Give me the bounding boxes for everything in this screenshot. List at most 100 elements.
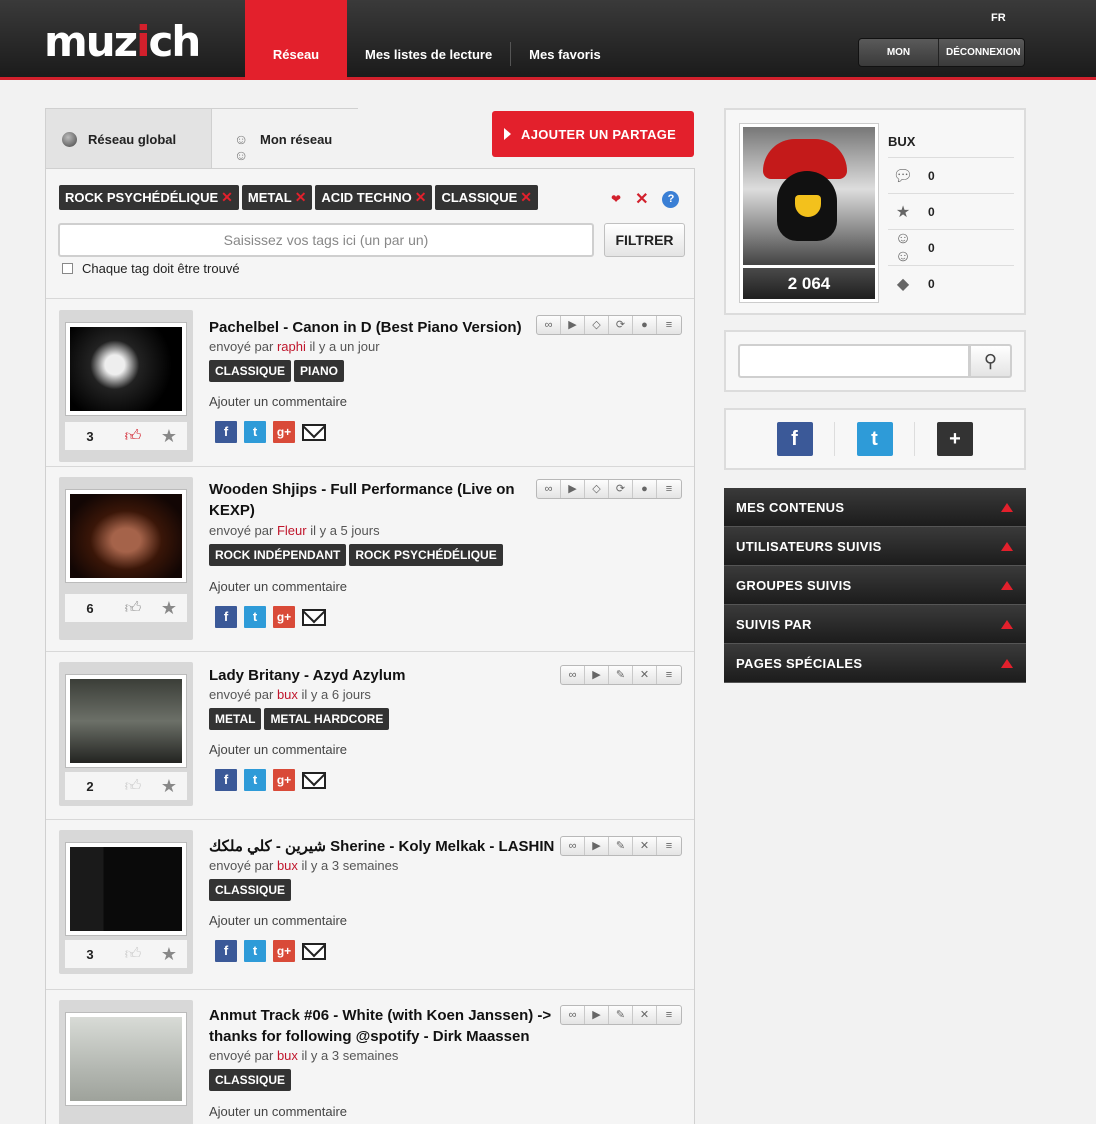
item-title[interactable]: Lady Britany - Azyd Azylum: [209, 665, 539, 686]
item-tag[interactable]: ROCK INDÉPENDANT: [209, 544, 347, 566]
twitter-icon[interactable]: t: [244, 769, 266, 791]
item-title[interactable]: شيرين - كلي ملكك Sherine - Koly Melkak -…: [209, 836, 554, 857]
delete-icon[interactable]: ✕: [633, 837, 657, 855]
logo[interactable]: muzich: [44, 20, 201, 64]
nav-favorites[interactable]: Mes favoris: [511, 0, 619, 80]
filter-tag[interactable]: CLASSIQUE ✕: [435, 185, 539, 210]
thumbnail[interactable]: [65, 842, 187, 936]
thumbs-up-icon[interactable]: 👍︎: [115, 599, 151, 618]
google-plus-icon[interactable]: g+: [273, 769, 295, 791]
user-link[interactable]: bux: [277, 687, 298, 702]
google-plus-icon[interactable]: +: [937, 422, 973, 456]
user-link[interactable]: raphi: [277, 339, 306, 354]
heart-icon[interactable]: ❤: [611, 192, 621, 206]
stat-row[interactable]: ◆ 0: [888, 265, 1014, 301]
google-plus-icon[interactable]: g+: [273, 606, 295, 628]
facebook-icon[interactable]: f: [215, 421, 237, 443]
repost-icon[interactable]: ⟳: [609, 316, 633, 334]
remove-tag-icon[interactable]: ✕: [295, 189, 307, 206]
user-link[interactable]: bux: [277, 1048, 298, 1063]
tab-global-network[interactable]: Réseau global: [46, 109, 211, 169]
twitter-icon[interactable]: t: [244, 606, 266, 628]
mail-icon[interactable]: [302, 771, 326, 789]
tag-search-input[interactable]: Saisissez vos tags ici (un par un): [58, 223, 594, 257]
play-icon[interactable]: ▶: [585, 837, 609, 855]
report-icon[interactable]: ●: [633, 480, 657, 498]
checkbox[interactable]: [62, 263, 73, 274]
search-icon[interactable]: ⚲: [970, 344, 1012, 378]
add-share-button[interactable]: AJOUTER UN PARTAGE: [492, 111, 694, 157]
play-icon[interactable]: ▶: [561, 480, 585, 498]
username[interactable]: BUX: [888, 134, 915, 149]
mail-icon[interactable]: [302, 608, 326, 626]
item-tag[interactable]: METAL: [209, 708, 262, 730]
item-tag[interactable]: CLASSIQUE: [209, 879, 292, 901]
menu-item[interactable]: UTILISATEURS SUIVIS: [724, 527, 1026, 566]
mail-icon[interactable]: [302, 423, 326, 441]
star-icon[interactable]: ★: [151, 598, 187, 619]
item-title[interactable]: Wooden Shjips - Full Performance (Live o…: [209, 479, 539, 521]
playlist-icon[interactable]: ≡: [657, 316, 681, 334]
add-comment-link[interactable]: Ajouter un commentaire: [209, 394, 347, 409]
add-comment-link[interactable]: Ajouter un commentaire: [209, 579, 347, 594]
avatar[interactable]: 2 064: [739, 123, 879, 303]
menu-item[interactable]: PAGES SPÉCIALES: [724, 644, 1026, 683]
thumbnail[interactable]: [65, 1012, 187, 1106]
facebook-icon[interactable]: f: [215, 769, 237, 791]
add-comment-link[interactable]: Ajouter un commentaire: [209, 1104, 347, 1119]
menu-item[interactable]: GROUPES SUIVIS: [724, 566, 1026, 605]
tag-icon[interactable]: ◇: [585, 480, 609, 498]
google-plus-icon[interactable]: g+: [273, 940, 295, 962]
item-tag[interactable]: CLASSIQUE: [209, 1069, 292, 1091]
add-comment-link[interactable]: Ajouter un commentaire: [209, 913, 347, 928]
link-icon[interactable]: ∞: [537, 316, 561, 334]
thumbnail[interactable]: [65, 489, 187, 583]
stat-row[interactable]: ★ 0: [888, 193, 1014, 229]
playlist-icon[interactable]: ≡: [657, 480, 681, 498]
filter-tag[interactable]: METAL ✕: [241, 185, 313, 210]
edit-icon[interactable]: ✎: [609, 1006, 633, 1024]
stat-row[interactable]: 💬︎ 0: [888, 157, 1014, 193]
edit-icon[interactable]: ✎: [609, 666, 633, 684]
all-tags-checkbox[interactable]: Chaque tag doit être trouvé: [62, 261, 240, 276]
stat-row[interactable]: ☺☺ 0: [888, 229, 1014, 265]
item-tag[interactable]: PIANO: [294, 360, 345, 382]
remove-tag-icon[interactable]: ✕: [415, 189, 427, 206]
twitter-icon[interactable]: t: [856, 422, 893, 456]
facebook-icon[interactable]: f: [215, 940, 237, 962]
item-tag[interactable]: METAL HARDCORE: [264, 708, 390, 730]
menu-item[interactable]: SUIVIS PAR: [724, 605, 1026, 644]
item-tag[interactable]: ROCK PSYCHÉDÉLIQUE: [349, 544, 503, 566]
google-plus-icon[interactable]: g+: [273, 421, 295, 443]
link-icon[interactable]: ∞: [561, 1006, 585, 1024]
nav-playlists[interactable]: Mes listes de lecture: [347, 0, 510, 80]
edit-icon[interactable]: ✎: [609, 837, 633, 855]
play-icon[interactable]: ▶: [585, 1006, 609, 1024]
delete-icon[interactable]: ✕: [633, 1006, 657, 1024]
playlist-icon[interactable]: ≡: [657, 837, 681, 855]
link-icon[interactable]: ∞: [561, 666, 585, 684]
play-icon[interactable]: ▶: [585, 666, 609, 684]
filter-tag[interactable]: ACID TECHNO ✕: [315, 185, 433, 210]
repost-icon[interactable]: ⟳: [609, 480, 633, 498]
add-comment-link[interactable]: Ajouter un commentaire: [209, 742, 347, 757]
filter-tag[interactable]: ROCK PSYCHÉDÉLIQUE ✕: [59, 185, 239, 210]
star-icon[interactable]: ★: [151, 944, 187, 965]
my-account-button[interactable]: MON COMPTE: [859, 39, 939, 66]
report-icon[interactable]: ●: [633, 316, 657, 334]
playlist-icon[interactable]: ≡: [657, 1006, 681, 1024]
link-icon[interactable]: ∞: [537, 480, 561, 498]
star-icon[interactable]: ★: [151, 426, 187, 447]
menu-item[interactable]: MES CONTENUS: [724, 488, 1026, 527]
playlist-icon[interactable]: ≡: [657, 666, 681, 684]
thumbnail[interactable]: [65, 322, 187, 416]
thumbs-up-icon[interactable]: 👍︎: [115, 427, 151, 446]
user-link[interactable]: bux: [277, 858, 298, 873]
play-icon[interactable]: ▶: [561, 316, 585, 334]
search-input[interactable]: [738, 344, 970, 378]
tag-icon[interactable]: ◇: [585, 316, 609, 334]
item-title[interactable]: Pachelbel - Canon in D (Best Piano Versi…: [209, 317, 539, 338]
remove-tag-icon[interactable]: ✕: [221, 189, 233, 206]
tab-my-network[interactable]: ☺☺ Mon réseau: [211, 109, 358, 169]
link-icon[interactable]: ∞: [561, 837, 585, 855]
